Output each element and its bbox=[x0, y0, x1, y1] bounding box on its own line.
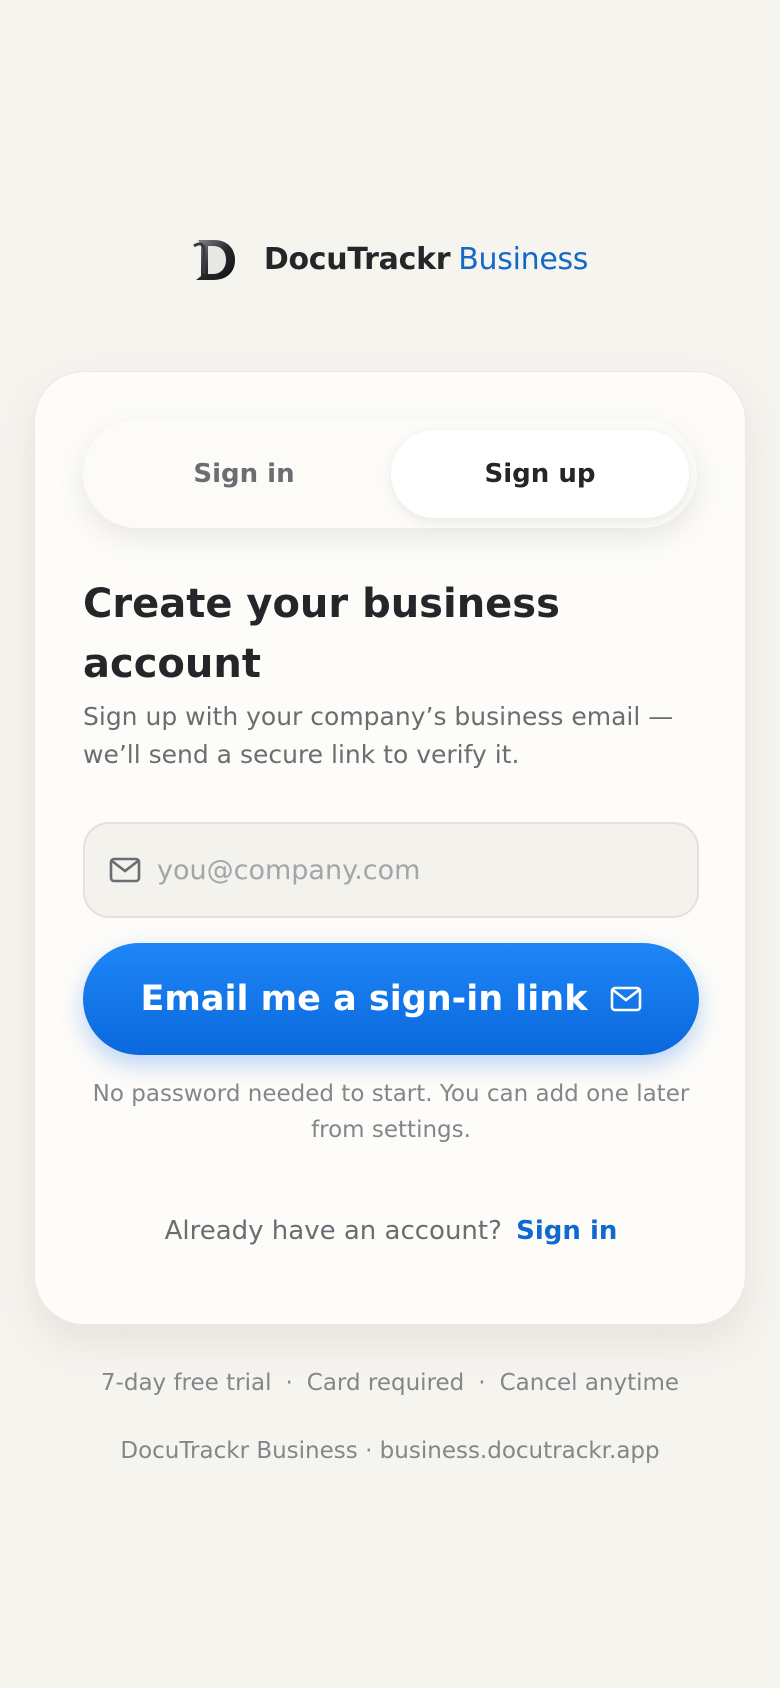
separator-dot: · bbox=[285, 1370, 293, 1396]
feature-cancel-anytime: Cancel anytime bbox=[499, 1370, 680, 1396]
d-monogram-logo bbox=[193, 240, 235, 280]
signin-prompt: Already have an account? Sign in bbox=[35, 1216, 747, 1246]
email-field-container[interactable] bbox=[83, 822, 699, 918]
separator-dot: · bbox=[478, 1370, 486, 1396]
brand-name: DocuTrackr bbox=[263, 241, 451, 277]
footer-domain: DocuTrackr Business · business.docutrack… bbox=[120, 1438, 660, 1464]
brand-header: DocuTrackr Business bbox=[0, 234, 780, 284]
tab-sign-in[interactable]: Sign in bbox=[95, 430, 393, 518]
feature-free-trial: 7-day free trial bbox=[100, 1370, 272, 1396]
email-field[interactable] bbox=[157, 854, 657, 886]
page-title: Create your business account bbox=[83, 581, 560, 687]
signin-link[interactable]: Sign in bbox=[516, 1216, 617, 1246]
footer-features: 7-day free trial · Card required · Cancel an… bbox=[0, 1370, 780, 1396]
feature-card-required: Card required bbox=[306, 1370, 465, 1396]
signin-prompt-text: Already have an account? bbox=[164, 1216, 502, 1246]
email-sign-in-link-button[interactable]: Email me a sign-in link bbox=[83, 943, 699, 1055]
auth-card: Sign in Sign up Create your business acc… bbox=[34, 371, 746, 1325]
mail-icon bbox=[610, 986, 641, 1012]
password-note: No password needed to start. You can add… bbox=[92, 1081, 690, 1143]
email-sign-in-link-button-label: Email me a sign-in link bbox=[140, 979, 588, 1019]
auth-tabs: Sign in Sign up bbox=[83, 420, 697, 528]
mail-icon bbox=[109, 857, 141, 883]
brand-suffix: Business bbox=[458, 241, 589, 277]
page-subtitle: Sign up with your company’s business ema… bbox=[83, 702, 674, 769]
tab-sign-up[interactable]: Sign up bbox=[391, 430, 689, 518]
